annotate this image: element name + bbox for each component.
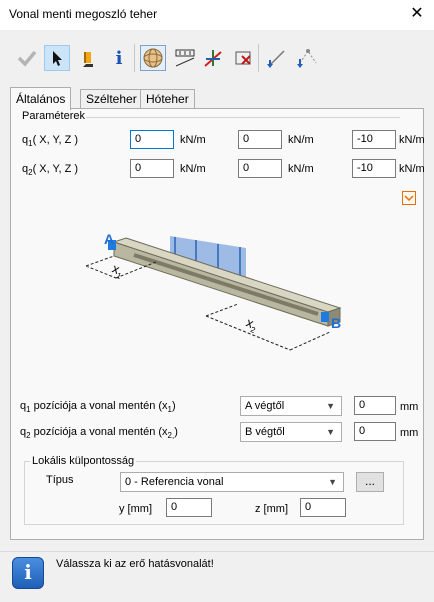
q1-z-input[interactable]: -10 xyxy=(352,130,396,149)
tab-hoteher[interactable]: Hóteher xyxy=(140,89,195,109)
window-title: Vonal menti megoszló teher xyxy=(9,7,158,21)
arrow-down-icon[interactable] xyxy=(264,45,290,71)
type-label: Típus xyxy=(46,474,74,486)
label-a: A xyxy=(104,231,115,247)
pos2-select[interactable]: B végtől ▼ xyxy=(240,422,342,442)
q1-x-input[interactable]: 0 xyxy=(130,130,174,149)
y-label: y [mm] xyxy=(119,503,152,515)
label-b: B xyxy=(331,315,342,331)
type-select[interactable]: 0 - Referencia vonal ▼ xyxy=(120,472,344,492)
q2-z-unit: kN/m xyxy=(399,163,425,175)
tab-altalanos[interactable]: Általános xyxy=(10,87,72,110)
pos2-label: q2 pozíciója a vonal mentén (x2,) xyxy=(20,426,178,441)
node-b xyxy=(321,312,329,322)
close-button[interactable]: ✕ xyxy=(406,4,428,24)
q2-y-input[interactable]: 0 xyxy=(238,159,282,178)
toolbar: i xyxy=(14,40,334,76)
status-message: Válassza ki az erő hatásvonalát! xyxy=(56,558,214,570)
q1-y-input[interactable]: 0 xyxy=(238,130,282,149)
pos2-unit: mm xyxy=(400,427,419,439)
node-arrow-icon[interactable] xyxy=(294,45,320,71)
eccentricity-title: Lokális külpontosság xyxy=(30,455,137,467)
q1-z-unit: kN/m xyxy=(399,134,425,146)
q2-x-unit: kN/m xyxy=(180,163,206,175)
q1-y-unit: kN/m xyxy=(288,134,314,146)
pos1-label: q1 pozíciója a vonal mentén (x1) xyxy=(20,400,176,415)
toolbar-separator-2 xyxy=(258,44,259,72)
z-label: z [mm] xyxy=(255,503,288,515)
q1-x-unit: kN/m xyxy=(180,134,206,146)
chevron-down-icon: ▼ xyxy=(326,427,335,437)
z-input[interactable]: 0 xyxy=(300,498,346,517)
eccentricity-group xyxy=(24,461,404,525)
q2-z-input[interactable]: -10 xyxy=(352,159,396,178)
pos2-input[interactable]: 0 xyxy=(354,422,396,441)
q2-y-unit: kN/m xyxy=(288,163,314,175)
expand-chevron-icon[interactable] xyxy=(402,191,416,205)
sphere-icon[interactable] xyxy=(140,45,166,71)
q1-label: q1( X, Y, Z ) xyxy=(22,134,79,149)
axes-icon[interactable] xyxy=(200,45,226,71)
chevron-down-icon: ▼ xyxy=(328,477,337,487)
q2-label: q2( X, Y, Z ) xyxy=(22,163,79,178)
chevron-down-icon: ▼ xyxy=(326,401,335,411)
params-title: Paraméterek xyxy=(22,110,85,122)
params-divider xyxy=(86,117,400,118)
pos1-input[interactable]: 0 xyxy=(354,396,396,415)
tab-szelteher[interactable]: Szélteher xyxy=(80,89,143,109)
load-marker-icon[interactable] xyxy=(76,45,102,71)
distribute-icon[interactable] xyxy=(172,45,198,71)
pointer-icon[interactable] xyxy=(44,45,70,71)
check-icon[interactable] xyxy=(14,45,40,71)
info-icon-large: i xyxy=(12,557,44,589)
y-input[interactable]: 0 xyxy=(166,498,212,517)
toolbar-separator xyxy=(134,44,135,72)
q2-x-input[interactable]: 0 xyxy=(130,159,174,178)
beam-load-diagram xyxy=(85,236,342,351)
pos1-unit: mm xyxy=(400,401,419,413)
pos1-select[interactable]: A végtől ▼ xyxy=(240,396,342,416)
browse-button[interactable]: ... xyxy=(356,472,384,492)
delete-cross-icon[interactable] xyxy=(230,45,256,71)
info-icon[interactable]: i xyxy=(106,45,132,71)
